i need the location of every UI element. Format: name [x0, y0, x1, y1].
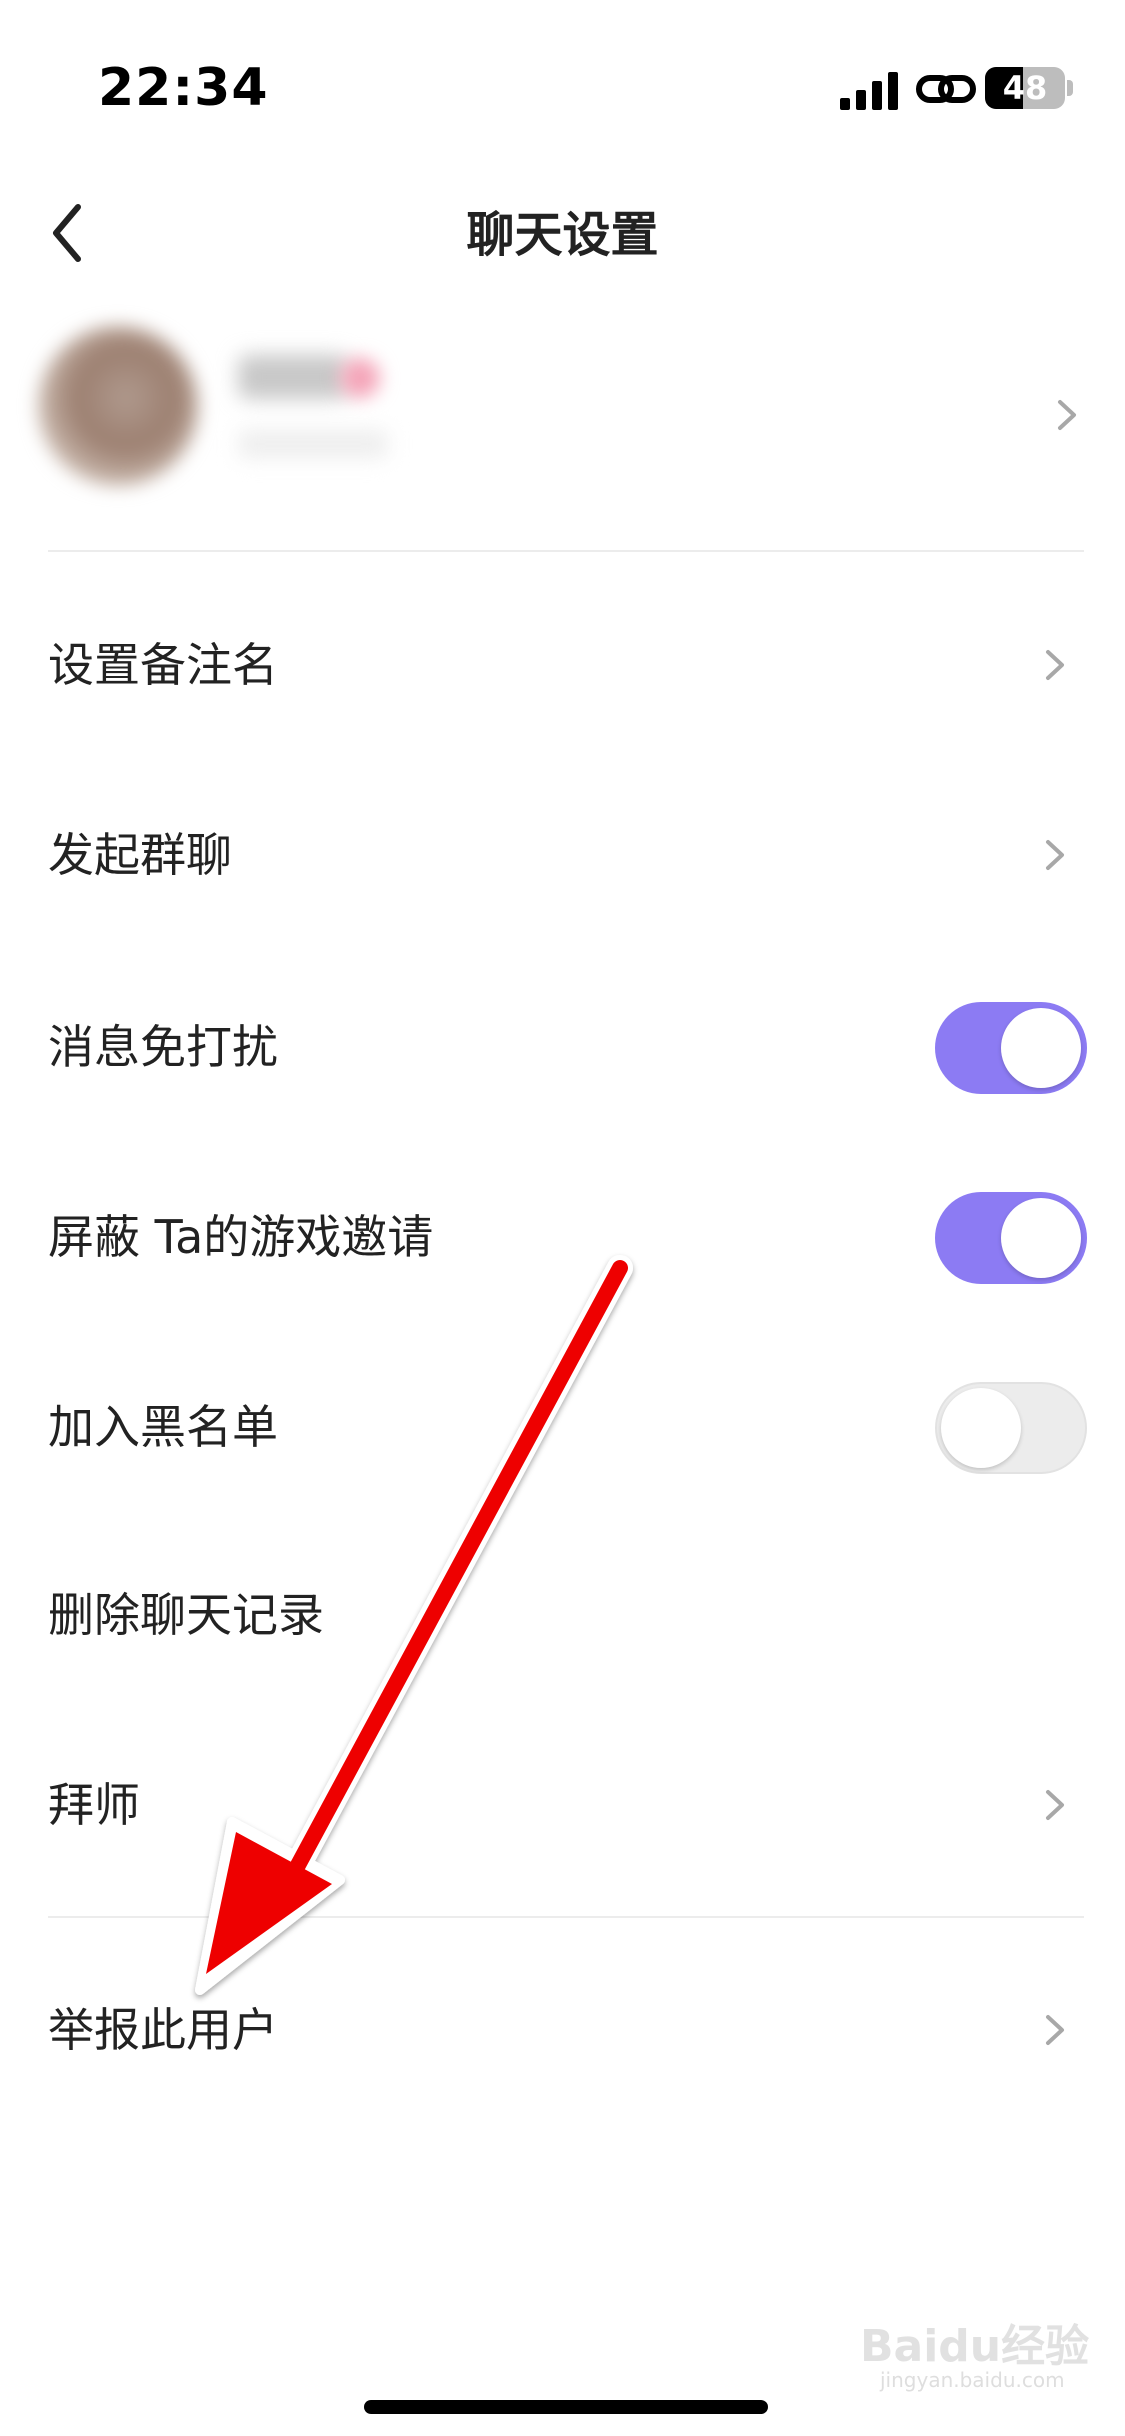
add-to-blacklist-label: 加入黑名单 [48, 1400, 278, 1454]
username-blurred [238, 355, 348, 399]
toggle-knob [1001, 1008, 1081, 1088]
do-not-disturb-toggle[interactable] [935, 1002, 1087, 1094]
add-to-blacklist-toggle[interactable] [935, 1382, 1087, 1474]
watermark-url: jingyan.baidu.com [880, 2368, 1065, 2392]
user-subtitle-blurred [238, 430, 388, 458]
back-button[interactable] [40, 185, 130, 285]
do-not-disturb-label: 消息免打扰 [48, 1020, 278, 1074]
delete-chat-history-row[interactable]: 删除聊天记录 [0, 1520, 1125, 1710]
chevron-right-icon [1046, 840, 1064, 870]
link-icon [916, 75, 976, 103]
baidu-watermark: Baidu经验 jingyan.baidu.com [860, 2300, 1090, 2400]
battery-percentage: 48 [1002, 69, 1048, 107]
apprentice-row[interactable]: 拜师 [0, 1710, 1125, 1900]
report-user-label: 举报此用户 [48, 2003, 278, 2057]
block-game-invites-label: 屏蔽 Ta的游戏邀请 [48, 1210, 434, 1264]
toggle-knob [1001, 1198, 1081, 1278]
block-game-invites-toggle[interactable] [935, 1192, 1087, 1284]
user-badge-blurred [340, 358, 380, 398]
chevron-right-icon [1046, 2015, 1064, 2045]
status-time: 22:34 [98, 58, 269, 118]
add-to-blacklist-row: 加入黑名单 [0, 1332, 1125, 1522]
set-remark-row[interactable]: 设置备注名 [0, 570, 1125, 760]
chevron-left-icon [53, 204, 81, 262]
page-title: 聊天设置 [466, 207, 659, 263]
status-bar: 22:34 48 [0, 0, 1125, 180]
divider [48, 550, 1084, 552]
battery-indicator: 48 [985, 67, 1073, 109]
report-user-row[interactable]: 举报此用户 [0, 1935, 1125, 2125]
chevron-right-icon [1046, 650, 1064, 680]
chevron-right-icon [1046, 1790, 1064, 1820]
divider [48, 1916, 1084, 1918]
delete-chat-history-label: 删除聊天记录 [48, 1588, 324, 1642]
block-game-invites-row: 屏蔽 Ta的游戏邀请 [0, 1142, 1125, 1332]
set-remark-label: 设置备注名 [48, 638, 278, 692]
apprentice-label: 拜师 [48, 1778, 140, 1832]
nav-bar: 聊天设置 [0, 180, 1125, 330]
watermark-text: Baidu经验 [860, 2321, 1090, 2372]
signal-icon [840, 72, 898, 110]
start-group-chat-label: 发起群聊 [48, 828, 232, 882]
avatar [38, 326, 198, 486]
chevron-right-icon [1058, 400, 1076, 430]
user-profile-row[interactable] [0, 320, 1125, 550]
start-group-chat-row[interactable]: 发起群聊 [0, 760, 1125, 950]
home-indicator [364, 2400, 768, 2414]
do-not-disturb-row: 消息免打扰 [0, 952, 1125, 1142]
toggle-knob [941, 1388, 1021, 1468]
